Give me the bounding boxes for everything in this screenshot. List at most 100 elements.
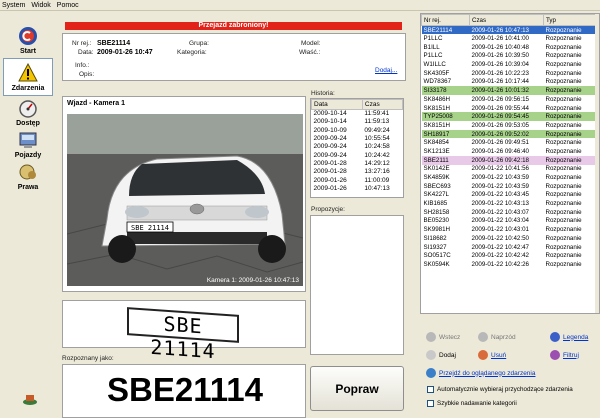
event-type: Rozpoznanie (545, 121, 582, 129)
event-time: 2009-01-26 10:41:00 (471, 35, 529, 43)
events-col-typ[interactable]: Typ (543, 14, 597, 26)
table-row[interactable]: P1LLC 2009-01-26 10:41:00 Rozpoznanie (422, 34, 597, 43)
table-row[interactable]: WD78367 2009-01-26 10:17:44 Rozpoznanie (422, 78, 597, 87)
table-row[interactable]: B1ILL 2009-01-26 10:40:48 Rozpoznanie (422, 43, 597, 52)
vehicles-icon (19, 132, 37, 148)
events-scrollbar[interactable] (595, 14, 599, 313)
events-col-czas[interactable]: Czas (469, 14, 544, 26)
table-row[interactable]: 2009-09-24 10:55:54 (312, 134, 403, 142)
popraw-button[interactable]: Popraw (310, 366, 404, 411)
event-type: Rozpoznanie (543, 129, 597, 139)
table-row[interactable]: SK8151H 2009-01-26 09:53:05 Rozpoznanie (422, 121, 597, 130)
table-row[interactable]: SBE21114 2009-01-26 10:47:13 Rozpoznanie (421, 25, 597, 35)
camera-panel: Wjazd - Kamera 1 SBE 21114 Kamera 1: 200… (62, 96, 306, 292)
menu-system[interactable]: System (2, 2, 25, 9)
event-nr: SBE2111 (421, 155, 470, 165)
data-label: Data: (78, 49, 94, 56)
table-row[interactable]: 2009-01-26 10:47:13 (312, 184, 403, 192)
table-row[interactable]: 2009-01-28 14:29:12 (312, 159, 403, 167)
sidebar-item-zdarzenia[interactable]: Zdarzenia (3, 58, 53, 96)
event-time: 2009-01-22 10:43:59 (471, 174, 529, 182)
menu-pomoc[interactable]: Pomoc (57, 2, 79, 9)
history-time: 10:47:13 (364, 184, 390, 192)
table-row[interactable]: SK4305F 2009-01-26 10:22:23 Rozpoznanie (422, 69, 597, 78)
table-row[interactable]: SK0142E 2009-01-22 10:41:56 Rozpoznanie (422, 165, 597, 174)
sidebar-item-label: Start (20, 48, 36, 55)
filtruj-button[interactable]: Filtruj (550, 350, 579, 360)
table-row[interactable]: SK8151H 2009-01-26 09:55:44 Rozpoznanie (422, 104, 597, 113)
event-nr: SK8151H (423, 104, 451, 112)
przejdz-link[interactable]: Przejdź do oglądanego zdarzenia (426, 368, 535, 378)
usun-button[interactable]: Usuń (478, 350, 506, 360)
event-nr: SK0142E (423, 165, 450, 173)
table-row[interactable]: W1ILLC 2009-01-26 10:39:04 Rozpoznanie (422, 60, 597, 69)
dodaj-link[interactable]: Dodaj... (375, 67, 397, 74)
table-row[interactable]: SK1213E 2009-01-26 09:46:40 Rozpoznanie (422, 147, 597, 156)
kategoria-label: Kategoria: (177, 49, 207, 56)
history-col-czas[interactable]: Czas (361, 99, 404, 110)
table-row[interactable]: 2009-01-28 13:27:16 (312, 168, 403, 176)
nr-label: Nr rej.: (72, 40, 92, 47)
naprzod-label: Naprzód (491, 333, 516, 341)
sidebar-item-start[interactable]: Start (3, 20, 53, 58)
table-row[interactable]: SBE2111 2009-01-26 09:42:18 Rozpoznanie (421, 155, 597, 165)
table-row[interactable]: SH18917 2009-01-26 09:52:02 Rozpoznanie (421, 129, 597, 139)
proposals-list[interactable] (310, 215, 404, 355)
menu-widok[interactable]: Widok (31, 2, 50, 9)
table-row[interactable]: KIB1685 2009-01-22 10:43:13 Rozpoznanie (422, 199, 597, 208)
event-type: Rozpoznanie (545, 61, 582, 69)
event-time: 2009-01-22 10:43:01 (471, 226, 529, 234)
recognized-value: SBE21114 (107, 371, 263, 408)
table-row[interactable]: SK4859K 2009-01-22 10:43:59 Rozpoznanie (422, 173, 597, 182)
przejdz-label: Przejdź do oglądanego zdarzenia (439, 369, 536, 377)
table-row[interactable]: 2009-10-14 11:59:13 (312, 118, 403, 126)
event-time: 2009-01-22 10:43:13 (471, 200, 529, 208)
table-row[interactable]: SK9981H 2009-01-22 10:43:01 Rozpoznanie (422, 225, 597, 234)
event-nr: SK4859K (423, 174, 450, 182)
table-row[interactable]: SK4227L 2009-01-22 10:43:45 Rozpoznanie (422, 191, 597, 200)
history-col-data[interactable]: Data (311, 99, 363, 110)
history-date: 2009-01-26 (313, 184, 347, 192)
event-type: Rozpoznanie (545, 104, 582, 112)
history-time: 11:00:09 (364, 176, 390, 184)
table-row[interactable]: 2009-10-09 09:49:24 (312, 126, 403, 134)
checkbox-box[interactable] (427, 400, 434, 407)
table-row[interactable]: P1LLC 2009-01-26 10:39:50 Rozpoznanie (422, 52, 597, 61)
table-row[interactable]: SI33178 2009-01-26 10:01:32 Rozpoznanie (421, 86, 597, 95)
events-col-nr[interactable]: Nr rej. (421, 14, 470, 26)
event-time: 2009-01-22 10:42:50 (471, 234, 529, 242)
table-row[interactable]: 2009-10-14 11:59:41 (312, 110, 403, 118)
table-row[interactable]: SI19327 2009-01-22 10:42:47 Rozpoznanie (422, 243, 597, 252)
event-time: 2009-01-26 09:54:45 (469, 112, 544, 122)
event-nr: SO0517C (423, 252, 451, 260)
table-row[interactable]: SI18682 2009-01-22 10:42:50 Rozpoznanie (422, 234, 597, 243)
checkbox-box[interactable] (427, 386, 434, 393)
event-nr: KIB1685 (423, 200, 448, 208)
auto-select-checkbox[interactable]: Automatycznie wybieraj przychodzące zdar… (427, 386, 573, 393)
sidebar-item-prawa[interactable]: Prawa (3, 156, 53, 194)
table-row[interactable]: 2009-09-24 10:24:58 (312, 143, 403, 151)
history-date: 2009-10-09 (313, 126, 347, 134)
event-nr: SK4227L (423, 191, 449, 199)
event-time: 2009-01-22 10:42:26 (471, 260, 529, 268)
table-row[interactable]: SO0517C 2009-01-22 10:42:42 Rozpoznanie (422, 251, 597, 260)
recognized-panel: Rozpoznany jako: SBE21114 (62, 355, 306, 418)
table-row[interactable]: SK0594K 2009-01-22 10:42:26 Rozpoznanie (422, 260, 597, 269)
events-controls: Wstecz Naprzód Legenda Dodaj Usuń Filtru… (420, 322, 600, 418)
table-row[interactable]: BE05230 2009-01-22 10:43:04 Rozpoznanie (422, 217, 597, 226)
quick-category-checkbox[interactable]: Szybkie nadawanie kategorii (427, 400, 517, 407)
table-row[interactable]: SH28158 2009-01-22 10:43:07 Rozpoznanie (422, 208, 597, 217)
table-row[interactable]: SBEC693 2009-01-22 10:43:59 Rozpoznanie (422, 182, 597, 191)
table-row[interactable]: SK8486H 2009-01-26 09:56:15 Rozpoznanie (422, 95, 597, 104)
proposals-label: Propozycje: (311, 206, 345, 213)
dodaj-button[interactable]: Dodaj (426, 350, 456, 360)
event-type: Rozpoznanie (545, 165, 582, 173)
grupa-label: Grupa: (189, 40, 209, 47)
table-row[interactable]: TYP25008 2009-01-26 09:54:45 Rozpoznanie (421, 112, 597, 122)
table-row[interactable]: SK84854 2009-01-26 09:49:51 Rozpoznanie (422, 138, 597, 147)
naprzod-button[interactable]: Naprzód (478, 332, 516, 342)
legenda-button[interactable]: Legenda (550, 332, 588, 342)
wstecz-button[interactable]: Wstecz (426, 332, 460, 342)
table-row[interactable]: 2009-09-24 10:24:42 (312, 151, 403, 159)
table-row[interactable]: 2009-01-26 11:00:09 (312, 176, 403, 184)
